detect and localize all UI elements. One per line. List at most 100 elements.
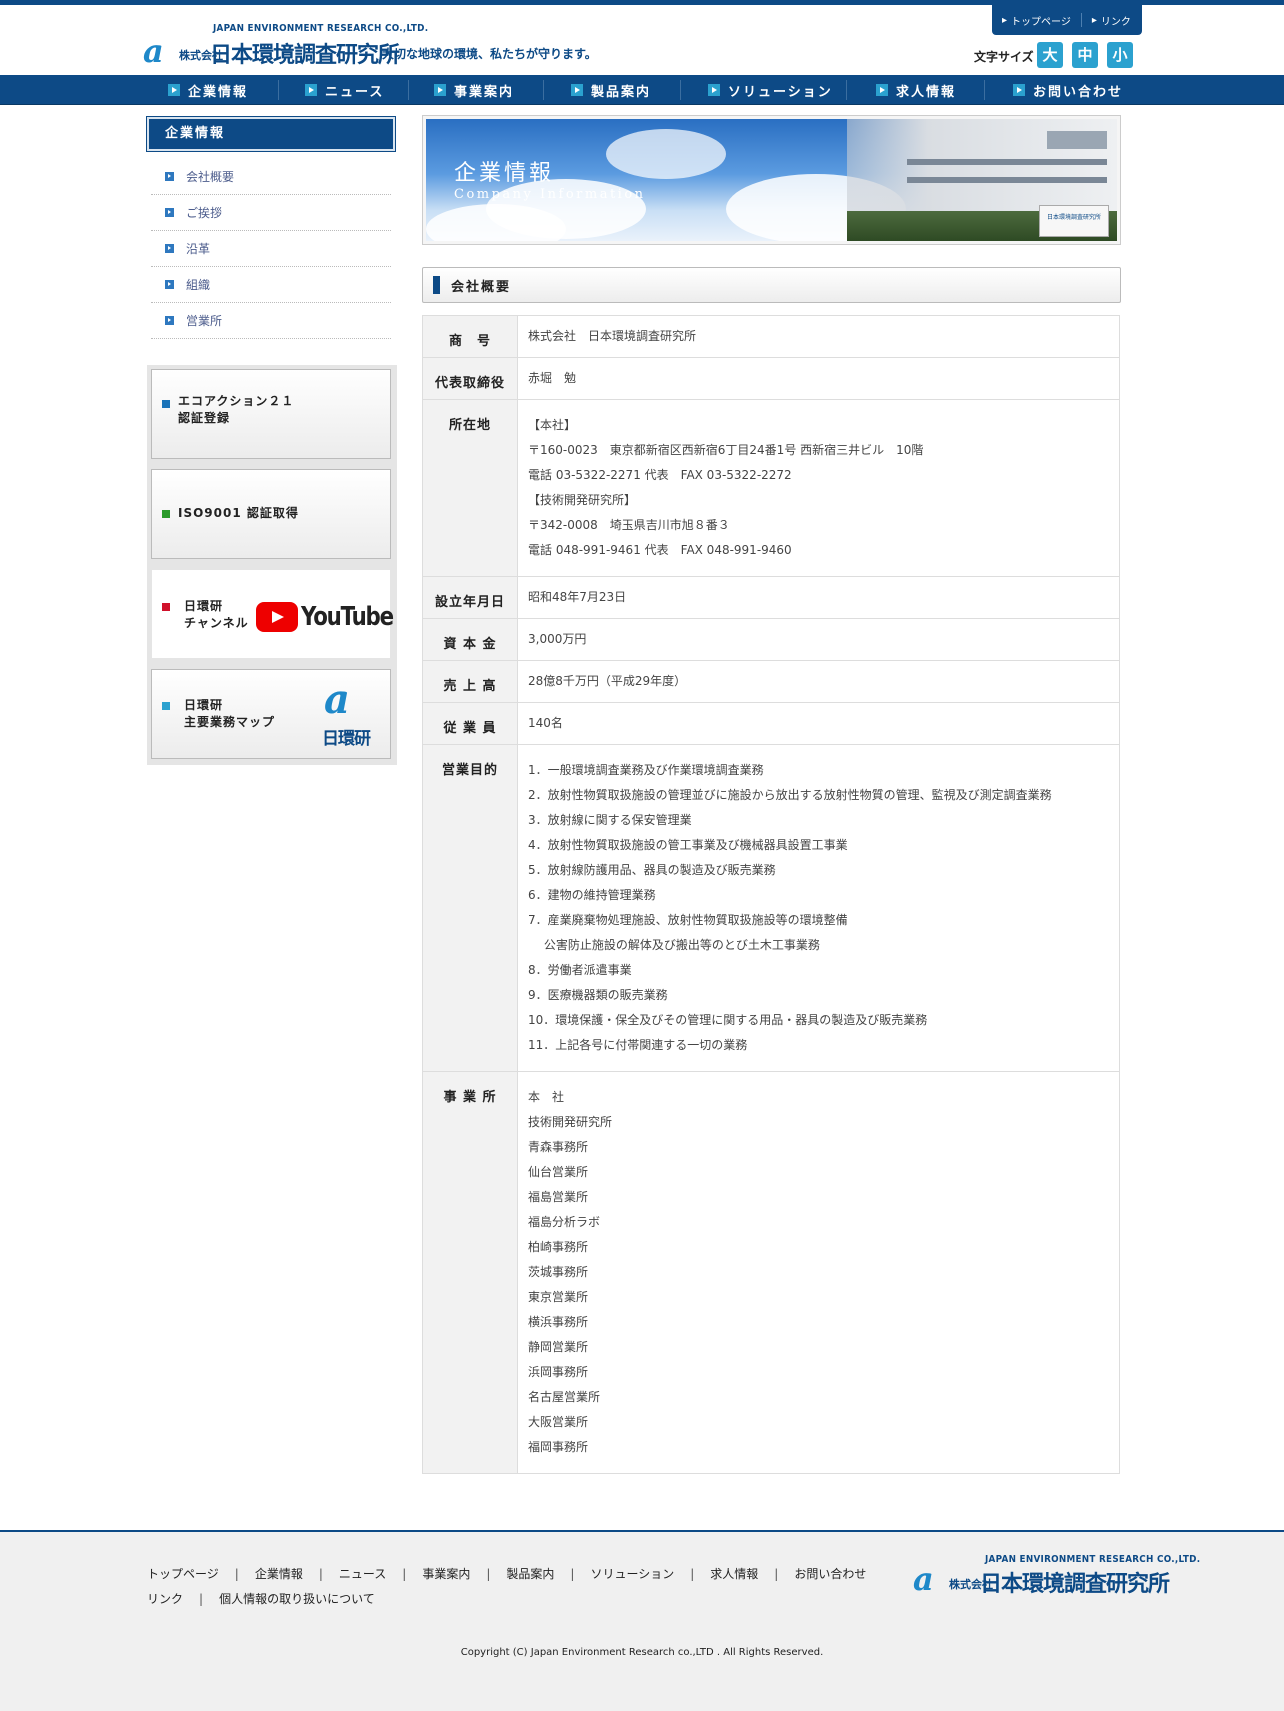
info-row: 営業目的 1．一般環境調査業務及び作業環境調査業務 2．放射性物質取扱施設の管理並び… [422, 744, 1120, 1072]
info-value: 昭和48年7月23日 [517, 576, 1120, 619]
info-line: 青森事務所 [528, 1140, 589, 1154]
footer-link-products[interactable]: 製品案内 [506, 1567, 554, 1581]
info-value: 140名 [517, 702, 1120, 745]
info-line: 茨城事務所 [528, 1265, 589, 1279]
nav-item-recruit[interactable]: 求人情報 [876, 75, 956, 105]
banner-text: ISO9001 認証取得 [178, 506, 299, 520]
info-value: 赤堀 勉 [517, 357, 1120, 400]
hero-banner: 日本環境調査研究所 企業情報 Company Information [422, 115, 1121, 245]
info-line: 福島営業所 [528, 1190, 589, 1204]
utility-links: ▸ トップページ ▸ リンク [992, 5, 1142, 35]
banner-youtube-channel[interactable]: 日環研 チャンネル YouTube [151, 569, 394, 659]
footer-link-top[interactable]: トップページ [147, 1567, 219, 1581]
info-line: 横浜事務所 [528, 1315, 589, 1329]
youtube-logo: YouTube [256, 602, 413, 632]
site-footer: トップページ | 企業情報 | ニュース | 事業案内 | 製品案内 | ソリューション | 求人情報 |… [0, 1530, 1284, 1711]
info-label: 商 号 [422, 315, 518, 358]
font-size-medium-button[interactable]: 中 [1072, 42, 1098, 68]
font-size-large-button[interactable]: 大 [1037, 42, 1063, 68]
arrow-box-icon [876, 84, 888, 96]
nav-item-products[interactable]: 製品案内 [571, 75, 651, 105]
info-line: 本 社 [528, 1090, 565, 1104]
info-line: 140名 [528, 716, 563, 730]
footer-link-news[interactable]: ニュース [339, 1567, 386, 1581]
info-row: 商 号株式会社 日本環境調査研究所 [422, 315, 1120, 358]
info-line: 8．労働者派遣事業 [528, 963, 632, 977]
info-value: 【本社】 〒160-0023 東京都新宿区西新宿6丁目24番1号 西新宿三井ビル … [517, 399, 1120, 577]
banner-iso9001[interactable]: ISO9001 認証取得 [151, 469, 391, 559]
info-line: 電話 03-5322-2271 代表 FAX 03-5322-2272 [528, 468, 792, 482]
building-sign: 日本環境調査研究所 [1039, 205, 1109, 237]
youtube-play-icon [256, 602, 298, 632]
info-line: 11．上記各号に付帯関連する一切の業務 [528, 1038, 748, 1052]
font-size-label: 文字サイズ [974, 50, 1034, 64]
banner-eco-action[interactable]: エコアクション２１ 認証登録 [151, 369, 391, 459]
sidebar-item-offices[interactable]: 営業所 [151, 303, 391, 339]
sidebar-item-overview[interactable]: 会社概要 [151, 159, 391, 195]
square-marker-icon [162, 702, 170, 710]
info-line: 4．放射性物質取扱施設の管工事業及び機械器具設置工事業 [528, 838, 848, 852]
footer-link-contact[interactable]: お問い合わせ [794, 1567, 866, 1581]
sidebar-item-organization[interactable]: 組織 [151, 267, 391, 303]
triangle-right-icon: ▸ [1002, 14, 1008, 26]
info-line: 28億8千万円（平成29年度） [528, 674, 687, 688]
nav-item-news[interactable]: ニュース [305, 75, 384, 105]
footer-link-recruit[interactable]: 求人情報 [710, 1567, 758, 1581]
arrow-box-icon [165, 280, 174, 289]
logo-japanese: 日本環境調査研究所 [210, 43, 400, 68]
banner-text: エコアクション２１ 認証登録 [178, 394, 295, 425]
info-line: 2．放射性物質取扱施設の管理並びに施設から放出する放射性物質の管理、監視及び測定… [528, 788, 1052, 802]
nav-item-solutions[interactable]: ソリューション [708, 75, 833, 105]
footer-link-business[interactable]: 事業案内 [422, 1567, 470, 1581]
heading-bar-icon [433, 276, 440, 294]
nav-item-business[interactable]: 事業案内 [434, 75, 514, 105]
footer-link-links[interactable]: リンク [147, 1592, 183, 1606]
sidebar-item-history[interactable]: 沿革 [151, 231, 391, 267]
info-line: 東京営業所 [528, 1290, 589, 1304]
font-size-small-button[interactable]: 小 [1107, 42, 1133, 68]
footer-links: トップページ | 企業情報 | ニュース | 事業案内 | 製品案内 | ソリューション | 求人情報 |… [147, 1567, 867, 1606]
info-row: 資 本 金 3,000万円 [422, 618, 1120, 661]
info-value: 本 社技術開発研究所 青森事務所 仙台営業所 福島営業所 福島分析ラボ 柏崎事務所 茨城事務… [517, 1071, 1120, 1474]
info-line: 〒342-0008 埼玉県吉川市旭８番３ [528, 518, 730, 532]
company-info-table: 商 号株式会社 日本環境調査研究所 代表取締役 赤堀 勉所在地 【本社】 〒160-00… [422, 315, 1120, 1474]
info-row: 設立年月日 昭和48年7月23日 [422, 576, 1120, 619]
nav-item-contact[interactable]: お問い合わせ [1013, 75, 1123, 105]
footer-link-solutions[interactable]: ソリューション [590, 1567, 674, 1581]
logo-english: JAPAN ENVIRONMENT RESEARCH CO.,LTD. [213, 23, 429, 34]
info-line: 7．産業廃棄物処理施設、放射性物質取扱施設等の環境整備 [528, 913, 848, 927]
banner-business-map[interactable]: 日環研 主要業務マップ a 日環研 [151, 669, 391, 759]
util-link-top[interactable]: ▸ トップページ [992, 13, 1081, 28]
info-line: 電話 048-991-9461 代表 FAX 048-991-9460 [528, 543, 792, 557]
info-line: 大阪営業所 [528, 1415, 589, 1429]
sidebar-item-greeting[interactable]: ご挨拶 [151, 195, 391, 231]
info-line: 昭和48年7月23日 [528, 590, 627, 604]
arrow-box-icon [434, 84, 446, 96]
arrow-box-icon [1013, 84, 1025, 96]
util-link-links[interactable]: ▸ リンク [1082, 13, 1141, 28]
nav-divider [846, 80, 847, 100]
info-row: 所在地 【本社】 〒160-0023 東京都新宿区西新宿6丁目24番1号 西新宿三井… [422, 399, 1120, 577]
info-line: 〒160-0023 東京都新宿区西新宿6丁目24番1号 西新宿三井ビル 10階 [528, 443, 924, 457]
info-line: 福岡事務所 [528, 1440, 589, 1454]
square-marker-icon [162, 510, 170, 518]
footer-link-company[interactable]: 企業情報 [255, 1567, 303, 1581]
info-line: 3,000万円 [528, 632, 587, 646]
arrow-box-icon [165, 172, 174, 181]
info-line: 3．放射線に関する保安管理業 [528, 813, 692, 827]
info-line: 6．建物の維持管理業務 [528, 888, 656, 902]
building-photo: 日本環境調査研究所 [847, 119, 1117, 241]
footer-logo[interactable]: a JAPAN ENVIRONMENT RESEARCH CO.,LTD. 株式… [913, 1554, 1200, 1597]
triangle-right-icon: ▸ [1091, 14, 1097, 26]
nav-divider [680, 80, 681, 100]
footer-link-privacy[interactable]: 個人情報の取り扱いについて [219, 1592, 375, 1606]
info-line: 1．一般環境調査業務及び作業環境調査業務 [528, 763, 764, 777]
info-value: 1．一般環境調査業務及び作業環境調査業務 2．放射性物質取扱施設の管理並びに施設か… [517, 744, 1120, 1072]
site-logo[interactable]: a JAPAN ENVIRONMENT RESEARCH CO.,LTD. 株式… [143, 23, 428, 68]
arrow-box-icon [708, 84, 720, 96]
banner-text: 日環研 チャンネル [184, 599, 249, 630]
info-line: 柏崎事務所 [528, 1240, 589, 1254]
square-marker-icon [162, 603, 170, 611]
info-line: 浜岡事務所 [528, 1365, 589, 1379]
nav-item-company[interactable]: 企業情報 [168, 75, 248, 105]
